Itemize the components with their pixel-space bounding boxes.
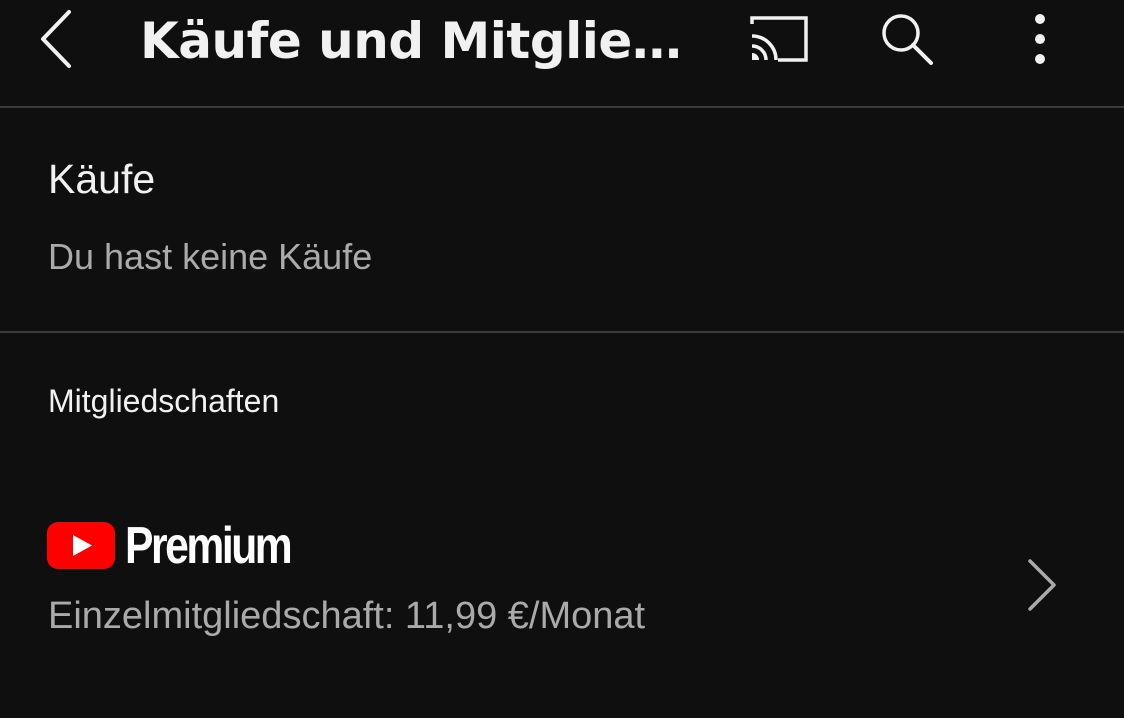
more-vertical-icon <box>1035 14 1045 64</box>
search-icon <box>882 14 933 65</box>
purchases-empty-text: Du hast keine Käufe <box>48 236 373 277</box>
youtube-play-icon <box>47 522 115 569</box>
section-divider <box>0 331 1124 333</box>
chevron-right-icon <box>1028 559 1056 611</box>
search-button[interactable] <box>869 6 945 72</box>
top-app-bar: Käufe und Mitglie… <box>0 0 1124 107</box>
cast-icon <box>750 16 808 62</box>
back-button[interactable] <box>28 8 86 70</box>
header-divider <box>0 106 1124 108</box>
membership-price-detail: Einzelmitgliedschaft: 11,99 €/Monat <box>48 595 646 637</box>
more-options-button[interactable] <box>1002 6 1078 72</box>
premium-brand-label: Premium <box>125 517 293 575</box>
cast-button[interactable] <box>738 6 814 72</box>
page-title: Käufe und Mitglie… <box>140 12 682 70</box>
memberships-heading: Mitgliedschaften <box>48 383 280 419</box>
chevron-left-icon <box>41 10 71 68</box>
membership-item-premium[interactable]: Premium Einzelmitgliedschaft: 11,99 €/Mo… <box>0 500 1124 668</box>
purchases-heading: Käufe <box>48 156 156 202</box>
